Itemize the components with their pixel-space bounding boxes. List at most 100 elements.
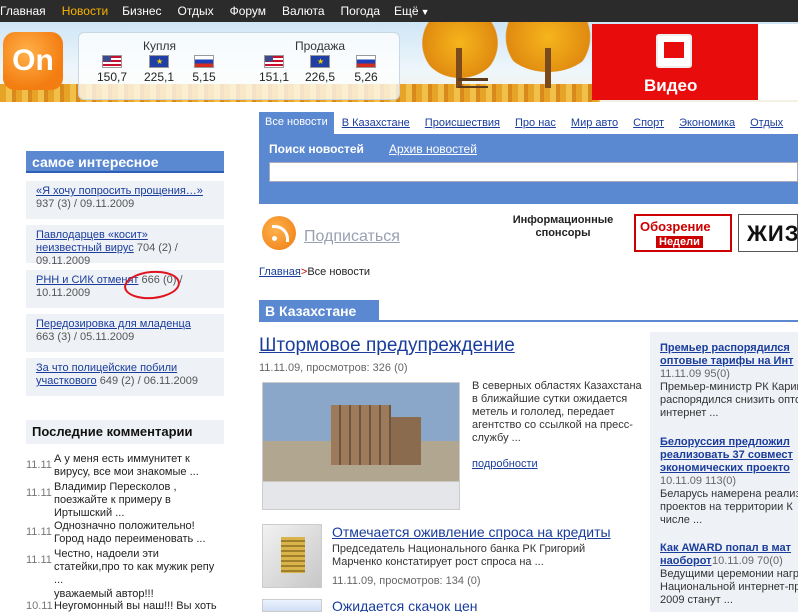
right-text-line: Премьер-министр РК Карим [660, 381, 798, 393]
nav-item-main[interactable]: Главная [0, 4, 46, 18]
comment-text: Честно, надоели эти статейки,про то как … [54, 548, 215, 586]
story-headline-credits[interactable]: Отмечается оживление спроса на кредиты [332, 524, 611, 540]
right-headline-line: экономических проекто [660, 462, 790, 474]
main-story-headline[interactable]: Штормовое предупреждение [259, 335, 515, 357]
main-story-more-link[interactable]: подробности [472, 458, 538, 470]
sell-rate-rub-value: 5,26 [354, 70, 378, 84]
buy-rate-usd: 150,7 [89, 55, 135, 84]
story-headline-prices[interactable]: Ожидается скачок цен [332, 598, 477, 612]
tab-leisure[interactable]: Отдых [750, 117, 783, 129]
sell-rates-title: Продажа [295, 39, 346, 53]
right-story-text: Беларусь намерена реализо проектов на тер… [660, 488, 798, 527]
nav-item-leisure[interactable]: Отдых [178, 4, 214, 18]
nav-item-news[interactable]: Новости [62, 4, 108, 18]
nav-item-weather[interactable]: Погода [341, 4, 381, 18]
story-meta-credits: 11.11.09, просмотров: 134 (0) [332, 575, 481, 587]
comment-item[interactable]: 10.11 Неугомонный вы наш!!! Вы хоть [26, 600, 224, 612]
comment-item[interactable]: 11.11 А у меня есть иммунитет к вирусу, … [26, 453, 224, 479]
sell-rate-rub: 5,26 [343, 55, 389, 84]
buy-rate-eur-value: 225,1 [143, 70, 175, 84]
site-logo[interactable]: On [3, 32, 63, 90]
right-headline-line: наоборот [660, 555, 712, 567]
sell-rate-eur-value: 226,5 [304, 70, 336, 84]
most-interesting-link-3[interactable]: РНН и СИК отменят [36, 274, 138, 286]
sell-rate-usd: 151,1 [251, 55, 297, 84]
buy-rate-rub-value: 5,15 [192, 70, 216, 84]
info-sponsors-label: Информационные спонсоры [512, 214, 614, 239]
comment-item[interactable]: 11.11 Однозначно положительно! Город над… [26, 520, 224, 546]
list-item: Павлодарцев «косит» неизвестный вирус 70… [26, 225, 224, 267]
most-interesting-link-1[interactable]: «Я хочу попросить прощения…» [36, 185, 203, 197]
tab-kazakhstan[interactable]: В Казахстане [342, 117, 410, 129]
list-item: За что полицейские побили участкового 64… [26, 358, 224, 396]
video-banner[interactable]: Видео [592, 24, 758, 100]
right-text-line: 2009 станут ... [660, 594, 733, 606]
section-divider [259, 320, 798, 322]
right-text-line: интернет ... [660, 407, 719, 419]
bench-decoration [458, 78, 488, 88]
video-banner-label: Видео [644, 76, 698, 95]
right-story-headline-tariffs[interactable]: Премьер распорядился оптовые тарифы на Ин… [660, 342, 798, 368]
coins-image [281, 537, 305, 573]
tab-economy[interactable]: Экономика [679, 117, 735, 129]
comment-date: 11.11 [26, 487, 52, 499]
sponsor-zhizn-logo[interactable]: ЖИЗ [738, 214, 798, 252]
nav-item-more-label: Ещё [394, 4, 419, 18]
right-headline-line: реализовать 37 совмест [660, 449, 793, 461]
site-header: On Купля 150,7 225,1 5,15 Продажа 151,1 … [0, 22, 798, 102]
story-thumbnail[interactable] [262, 524, 322, 588]
comment-date: 10.11 [26, 600, 53, 612]
right-text-line: Ведущими церемонии награ [660, 568, 798, 580]
breadcrumb-current: Все новости [307, 266, 371, 278]
comment-item[interactable]: 11.11 Владимир Пересколов , поезжайте к … [26, 481, 224, 519]
rss-icon[interactable] [262, 216, 296, 250]
ru-flag-icon [356, 55, 376, 68]
comment-item[interactable]: 11.11 Честно, надоели эти статейки,про т… [26, 548, 224, 586]
main-story-photo[interactable] [262, 382, 460, 510]
comment-text: А у меня есть иммунитет к вирусу, все мо… [54, 453, 199, 478]
right-story-headline-belarus[interactable]: Белоруссия предложил реализовать 37 совме… [660, 436, 798, 475]
nav-item-business[interactable]: Бизнес [122, 4, 161, 18]
nav-item-forum[interactable]: Форум [230, 4, 266, 18]
list-item: Передозировка для младенца 663 (3) / 05.… [26, 314, 224, 352]
right-text-line: Национальной интернет-пр [660, 581, 798, 593]
right-story-text: Ведущими церемонии награ Национальной инт… [660, 568, 798, 607]
most-interesting-link-2[interactable]: Павлодарцев «косит» неизвестный вирус [36, 229, 148, 254]
subscribe-link[interactable]: Подписаться [304, 228, 400, 246]
tab-about-us[interactable]: Про нас [515, 117, 556, 129]
nav-item-more[interactable]: Ещё ▼ [394, 4, 429, 18]
chevron-down-icon: ▼ [420, 7, 430, 17]
tab-sport[interactable]: Спорт [633, 117, 664, 129]
story-thumbnail[interactable] [262, 599, 322, 612]
main-story-meta: 11.11.09, просмотров: 326 (0) [259, 362, 408, 374]
most-interesting-meta-5: 649 (2) / 06.11.2009 [99, 375, 198, 387]
nav-item-currency[interactable]: Валюта [282, 4, 324, 18]
logo-text: On [12, 44, 54, 77]
most-interesting-link-4[interactable]: Передозировка для младенца [36, 318, 191, 330]
eu-flag-icon [149, 55, 169, 68]
tab-incidents[interactable]: Происшествия [425, 117, 500, 129]
sponsor-obozrenie-title: Обозрение [640, 219, 711, 234]
right-text-line: распорядился снизить опто [660, 394, 798, 406]
list-item: «Я хочу попросить прощения…» 937 (3) / 0… [26, 181, 224, 219]
search-input[interactable] [269, 162, 798, 182]
us-flag-icon [264, 55, 284, 68]
ru-flag-icon [194, 55, 214, 68]
breadcrumb-home[interactable]: Главная [259, 266, 301, 278]
tab-all-news[interactable]: Все новости [259, 112, 334, 134]
sell-rate-eur: 226,5 [297, 55, 343, 84]
news-archive-link[interactable]: Архив новостей [389, 142, 477, 156]
sponsor-obozrenie-logo[interactable]: Обозрение Недели [634, 214, 732, 252]
page: Главная Новости Бизнес Отдых Форум Валют… [0, 0, 798, 612]
section-title-kazakhstan: В Казахстане [259, 300, 379, 322]
comment-text: Владимир Пересколов , поезжайте к пример… [54, 481, 177, 519]
eu-flag-icon [310, 55, 330, 68]
right-headline-line: Белоруссия предложил [660, 436, 790, 448]
right-headline-line: оптовые тарифы на Инт [660, 355, 794, 367]
tab-auto[interactable]: Мир авто [571, 117, 618, 129]
monitor-icon [656, 34, 692, 68]
comment-date: 11.11 [26, 554, 52, 566]
right-text-line: числе ... [660, 514, 703, 526]
buy-rate-rub: 5,15 [181, 55, 227, 84]
sponsor-obozrenie-subtitle: Недели [656, 236, 703, 248]
